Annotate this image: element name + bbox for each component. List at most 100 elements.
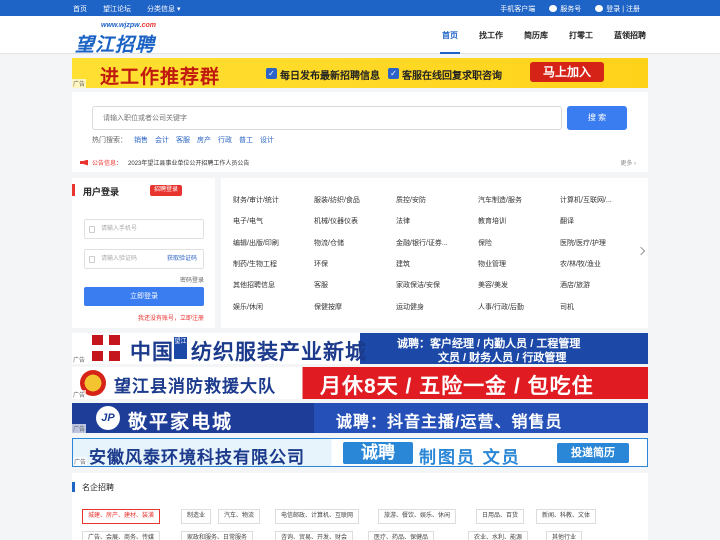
ad-slogan: 诚聘：抖音主播/运营、销售员	[336, 414, 563, 431]
service-account-link[interactable]: 服务号	[549, 4, 581, 14]
category-item[interactable]: 汽车制造/服务	[478, 195, 552, 205]
phone-field[interactable]: 请输入手机号	[84, 219, 204, 239]
category-item[interactable]: 编辑/出版/印刷	[233, 238, 307, 248]
industry-tab[interactable]: 城建、房产、建材、装潢	[82, 509, 161, 524]
logo-url-prefix: www.wjzpw	[101, 22, 140, 29]
get-code-button[interactable]: 获取验证码	[167, 250, 197, 268]
category-item[interactable]: 保健按摩	[314, 302, 388, 312]
register-link[interactable]: 注册	[626, 6, 640, 13]
top-link-home[interactable]: 首页	[73, 4, 87, 14]
separator: |	[622, 6, 625, 13]
mobile-client-link[interactable]: 手机客户端	[500, 4, 535, 14]
hot-keyword[interactable]: 销售	[134, 135, 148, 145]
ad-title: 安徽风泰环境科技有限公司	[89, 448, 305, 467]
login-button[interactable]: 立即登录	[84, 287, 204, 306]
logo-url-suffix: .com	[139, 22, 156, 29]
site-logo[interactable]: www.wjzpw.com 望江招聘网	[75, 22, 163, 83]
ad-slogan: 月休8天 / 五险一金 / 包吃住	[320, 375, 594, 398]
category-item[interactable]: 机械/仪器仪表	[314, 216, 388, 226]
industry-tab[interactable]: 医疗、药品、保健品	[368, 531, 435, 540]
ad-banner-appliance-city[interactable]: JP 敬平家电城 诚聘：抖音主播/运营、销售员 广告	[72, 403, 648, 433]
submit-resume-button[interactable]: 投递简历	[557, 443, 629, 463]
category-item[interactable]: 电子/电气	[233, 216, 307, 226]
top-link-forum[interactable]: 望江论坛	[103, 4, 131, 14]
wechat-icon	[549, 5, 558, 12]
ad-tiny-label: 望江	[174, 337, 187, 359]
notice-label: 公告信息：	[92, 161, 123, 167]
category-item[interactable]: 司机	[560, 302, 634, 312]
category-item[interactable]: 金融/银行/证券...	[396, 238, 470, 248]
category-item[interactable]: 翻译	[560, 216, 634, 226]
category-item[interactable]: 运动健身	[396, 302, 470, 312]
category-item[interactable]: 酒店/旅游	[560, 280, 634, 290]
category-item[interactable]: 美容/美发	[478, 280, 552, 290]
industry-tab[interactable]: 汽车、物流	[218, 509, 261, 524]
category-item[interactable]: 娱乐/休闲	[233, 302, 307, 312]
login-link[interactable]: 登录	[606, 6, 620, 13]
category-item[interactable]: 农/林/牧/渔业	[560, 259, 634, 269]
ad-banner-fire-rescue[interactable]: 望江县消防救援大队 月休8天 / 五险一金 / 包吃住 广告	[72, 367, 648, 399]
industry-tab[interactable]: 旅游、餐饮、娱乐、休闲	[378, 509, 457, 524]
industry-tab[interactable]: 家政和服务、日常服务	[181, 531, 254, 540]
nav-odd-jobs[interactable]: 打零工	[569, 30, 593, 41]
industry-tab[interactable]: 广告、会展、商务、传媒	[82, 531, 161, 540]
category-item[interactable]: 人事/行政/后勤	[478, 302, 552, 312]
category-item[interactable]: 质控/安防	[396, 195, 470, 205]
category-item[interactable]: 物业管理	[478, 259, 552, 269]
employer-login-tag[interactable]: 招聘登录	[150, 185, 183, 196]
speaker-icon	[80, 159, 88, 166]
ad-banner-group[interactable]: 进工作推荐群 ✓ 每日发布最新招聘信息 ✓ 客服在线回复求职咨询 马上加入 广告	[72, 58, 648, 88]
logo-url: www.wjzpw.com	[101, 22, 156, 29]
industry-tab[interactable]: 日用品、百货	[476, 509, 525, 524]
ad-tag: 广告	[72, 355, 87, 364]
hot-keyword[interactable]: 设计	[260, 135, 274, 145]
category-item[interactable]: 物流/仓储	[314, 238, 388, 248]
ad-group-title: 进工作推荐群	[100, 67, 221, 88]
industry-tab[interactable]: 新闻、科教、文体	[536, 509, 597, 524]
category-item[interactable]: 其他招聘信息	[233, 280, 307, 290]
category-item[interactable]: 教育培训	[478, 216, 552, 226]
ad-banner-textile-city[interactable]: 中国 纺织服装产业新城 望江 诚聘：客户经理 / 内勤人员 / 工程管理 文员 /…	[72, 333, 648, 364]
hot-keyword[interactable]: 客服	[176, 135, 190, 145]
notice-text[interactable]: 2023年望江县事业单位公开招聘工作人员公告	[128, 158, 249, 167]
industry-tab[interactable]: 咨询、贸易、开发、财会	[275, 531, 354, 540]
category-item[interactable]: 建筑	[396, 259, 470, 269]
nav-resume-library[interactable]: 简历库	[524, 30, 548, 41]
search-input[interactable]	[92, 106, 562, 130]
nav-home[interactable]: 首页	[440, 30, 460, 54]
nav-find-job[interactable]: 找工作	[479, 30, 503, 41]
flag-logo-icon	[92, 335, 120, 361]
join-now-button[interactable]: 马上加入	[530, 62, 604, 82]
industry-tab[interactable]: 农业、水利、能源	[468, 531, 529, 540]
password-login-link[interactable]: 密码登录	[180, 275, 204, 284]
category-item[interactable]: 计算机/互联网/...	[560, 195, 634, 205]
industry-tab[interactable]: 制造业	[181, 509, 212, 524]
category-item[interactable]: 制药/生物工程	[233, 259, 307, 269]
category-item[interactable]: 法律	[396, 216, 470, 226]
category-item[interactable]: 医院/医疗/护理	[560, 238, 634, 248]
code-field[interactable]: 请输入验证码 获取验证码	[84, 249, 204, 269]
category-item[interactable]: 服装/纺织/食品	[314, 195, 388, 205]
header: www.wjzpw.com 望江招聘网 首页 找工作 简历库 打零工 蓝领招聘	[0, 16, 720, 83]
hot-keyword[interactable]: 普工	[239, 135, 253, 145]
nav-blue-collar[interactable]: 蓝领招聘	[614, 30, 646, 41]
hot-keyword[interactable]: 会计	[155, 135, 169, 145]
category-item[interactable]: 保险	[478, 238, 552, 248]
login-panel: 用户登录 招聘登录 请输入手机号 请输入验证码 获取验证码 密码登录 立即登录 …	[72, 178, 215, 328]
job-category-grid: 财务/审计/统计 服装/纺织/食品 质控/安防 汽车制造/服务 计算机/互联网/…	[221, 178, 648, 328]
register-now-link[interactable]: 我还没有账号，立即注册	[138, 313, 204, 322]
search-button[interactable]: 搜 索	[567, 106, 627, 130]
notice-more-link[interactable]: 更多 ›	[620, 158, 636, 167]
ad-hire-label: 诚聘	[343, 442, 413, 464]
chevron-right-icon[interactable]	[636, 246, 646, 256]
ad-banner-fengtai[interactable]: 安徽风泰环境科技有限公司 诚聘 制图员 文员 投递简历 广告	[72, 438, 648, 467]
hot-keyword[interactable]: 行政	[218, 135, 232, 145]
top-link-classifieds[interactable]: 分类信息 ▾	[147, 4, 180, 14]
industry-tab[interactable]: 电信邮政、计算机、互联网	[275, 509, 360, 524]
category-item[interactable]: 家政保洁/安保	[396, 280, 470, 290]
category-item[interactable]: 环保	[314, 259, 388, 269]
category-item[interactable]: 财务/审计/统计	[233, 195, 307, 205]
hot-keyword[interactable]: 房产	[197, 135, 211, 145]
industry-tab[interactable]: 其他行业	[546, 531, 583, 540]
category-item[interactable]: 客服	[314, 280, 388, 290]
